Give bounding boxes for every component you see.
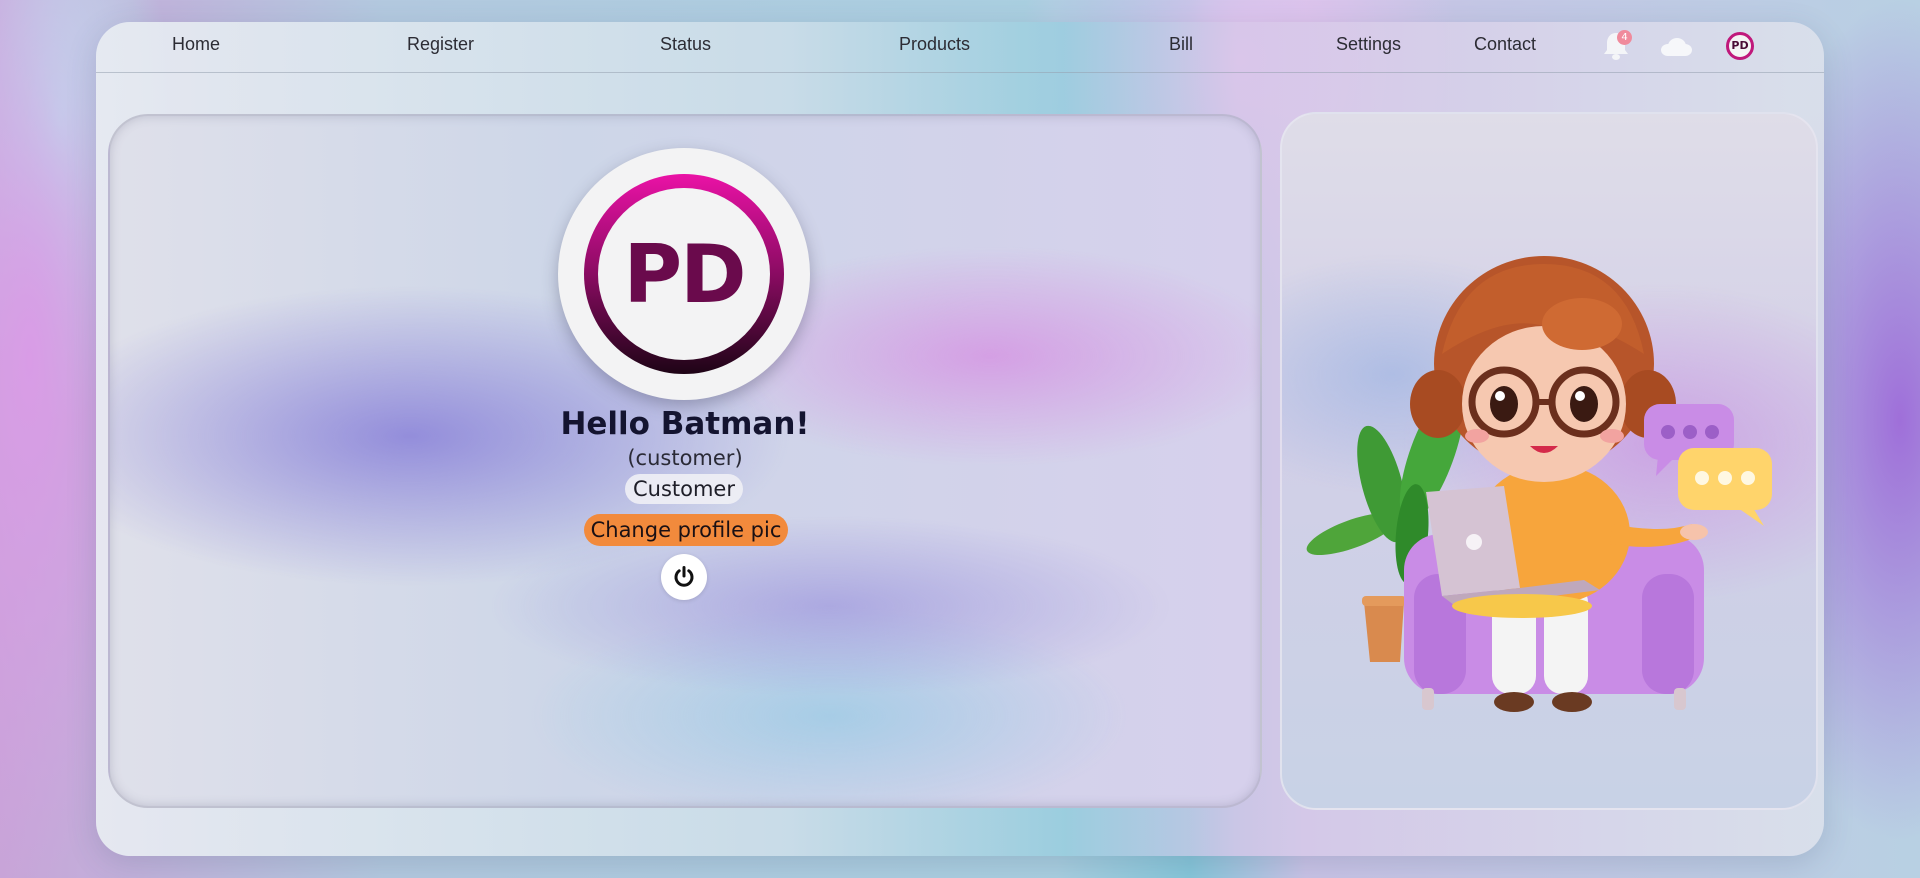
avatar[interactable]: PD	[1726, 32, 1754, 60]
app-frame: Home Register Status Products Bill Setti…	[96, 22, 1824, 856]
notification-count-badge: 4	[1617, 30, 1632, 45]
profile-picture-inner: PD	[598, 188, 770, 360]
cloud-icon[interactable]	[1658, 34, 1694, 60]
top-nav: Home Register Status Products Bill Setti…	[96, 22, 1824, 73]
nav-contact[interactable]: Contact	[1474, 34, 1536, 55]
greeting-title: Hello Batman!	[560, 406, 810, 442]
logout-button[interactable]	[661, 554, 707, 600]
profile-panel: PD Hello Batman! (customer) Customer Cha…	[108, 114, 1262, 808]
nav-products[interactable]: Products	[899, 34, 970, 55]
profile-picture[interactable]: PD	[558, 148, 810, 400]
role-badge: Customer	[625, 474, 743, 504]
nav-status[interactable]: Status	[660, 34, 711, 55]
nav-settings[interactable]: Settings	[1336, 34, 1401, 55]
nav-register[interactable]: Register	[407, 34, 474, 55]
nav-home[interactable]: Home	[172, 34, 220, 55]
nav-bill[interactable]: Bill	[1169, 34, 1193, 55]
profile-picture-ring: PD	[584, 174, 784, 374]
role-text: (customer)	[627, 446, 743, 470]
bell-icon[interactable]: 4	[1601, 30, 1632, 62]
profile-initials: PD	[623, 227, 746, 321]
girl-with-laptop-illustration	[1306, 256, 1772, 712]
power-icon	[674, 566, 694, 587]
change-profile-pic-button[interactable]: Change profile pic	[584, 514, 788, 546]
illustration-panel	[1280, 112, 1818, 810]
